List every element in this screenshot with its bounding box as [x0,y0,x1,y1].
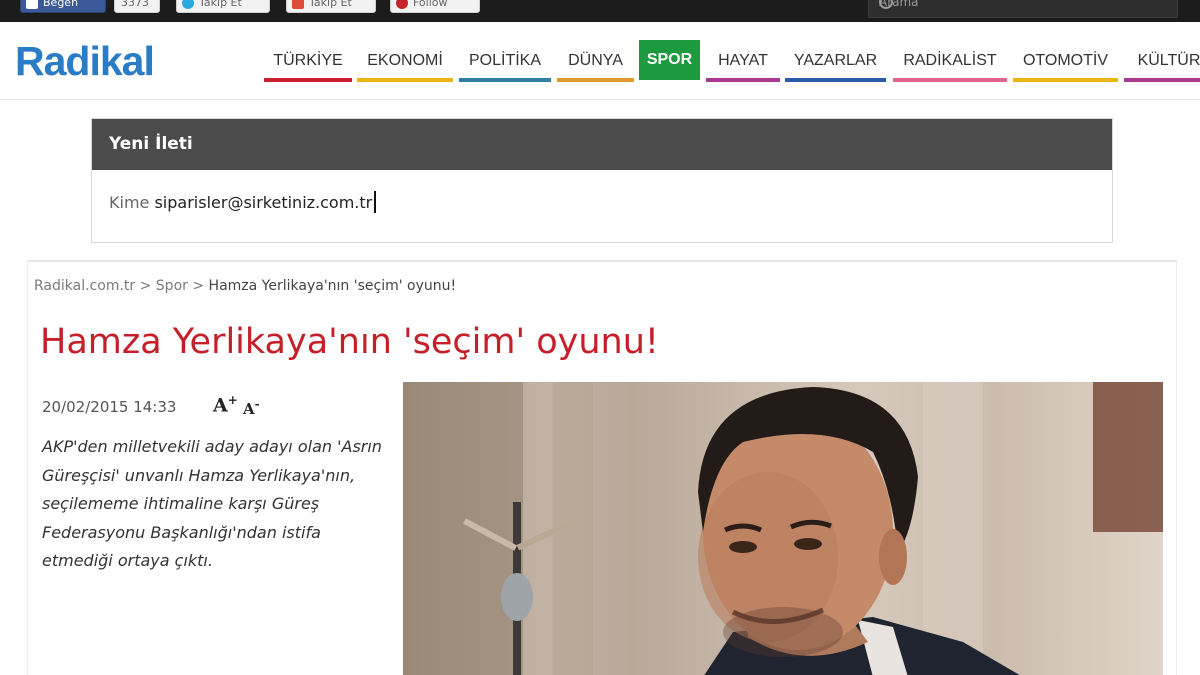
nav-item-color-bar [785,78,886,82]
breadcrumb-separator: > [139,278,152,294]
follow-button[interactable]: Follow [390,0,480,13]
nav-item[interactable]: DÜNYA [557,48,634,82]
facebook-like-button[interactable]: Beğen [20,0,106,13]
breadcrumb: Radikal.com.tr > Spor > Hamza Yerlikaya'… [34,278,456,294]
font-increase-sign: + [227,393,238,407]
new-message-title: Yeni İleti [92,119,1112,170]
nav-item[interactable]: KÜLTÜR [1124,48,1200,82]
nav-item-color-bar [357,78,453,82]
nav-item-color-bar [893,78,1007,82]
article-title: Hamza Yerlikaya'nın 'seçim' oyunu! [40,322,659,362]
nav-item[interactable]: SPOR [639,40,700,80]
font-decrease-letter: A [243,400,255,418]
facebook-like-count: 3373 [114,0,160,13]
nav-item-label: POLİTİKA [468,52,542,69]
twitter-follow-button[interactable]: Takip Et [176,0,270,13]
article-date: 20/02/2015 14:33 [42,398,177,416]
nav-item-color-bar [264,78,352,82]
nav-item[interactable]: EKONOMİ [357,48,453,82]
site-header: Radikal TÜRKİYE EKONOMİ POLİTİKA DÜNYA SPOR H… [0,22,1200,100]
font-increase-button[interactable]: A+ [213,393,238,416]
nav-item-color-bar [459,78,551,82]
nav-item-label: RADİKALİST [903,52,997,69]
nav-item-label: SPOR [646,51,693,68]
article-photo[interactable] [403,382,1163,675]
nav-item-color-bar [1013,78,1118,82]
site-logo[interactable]: Radikal [15,38,155,85]
nav-item-label: DÜNYA [568,52,623,69]
nav-item-label: HAYAT [718,52,768,69]
font-decrease-button[interactable]: A- [243,397,260,418]
text-cursor [374,191,377,213]
recipient-value[interactable]: siparisler@sirketiniz.com.tr [154,193,372,212]
nav-item-color-bar [1124,78,1200,82]
nav-item-label: YAZARLAR [793,52,878,69]
nav-item-label: OTOMOTİV [1022,52,1109,69]
follow-label: Follow [413,0,448,9]
nav-item[interactable]: YAZARLAR [785,48,886,82]
follow-icon [396,0,408,9]
googleplus-follow-label: Takip Et [309,0,352,9]
nav-item-label: KÜLTÜR [1137,52,1200,69]
twitter-icon [182,0,194,9]
nav-item[interactable]: POLİTİKA [459,48,551,82]
nav-item[interactable]: RADİKALİST [893,48,1007,82]
portrait-image [403,382,1163,675]
font-increase-letter: A [213,394,228,417]
nav-item-label: TÜRKİYE [273,52,343,69]
breadcrumb-separator: > [192,278,205,294]
nav-item-label: EKONOMİ [367,52,443,69]
breadcrumb-current: Hamza Yerlikaya'nın 'seçim' oyunu! [208,278,457,294]
googleplus-follow-button[interactable]: Takip Et [286,0,376,13]
breadcrumb-home[interactable]: Radikal.com.tr [34,278,135,294]
googleplus-icon [292,0,304,9]
nav-item-color-bar [706,78,780,82]
recipient-label: Kime [109,193,150,212]
breadcrumb-section[interactable]: Spor [156,278,188,294]
nav-item[interactable]: OTOMOTİV [1013,48,1118,82]
facebook-like-label: Beğen [43,0,79,9]
nav-item-color-bar [557,78,634,82]
top-social-bar: Beğen 3373 Takip Et Takip Et Follow Aram… [0,0,1200,22]
new-message-panel: Yeni İleti Kime siparisler@sirketiniz.co… [91,118,1113,243]
recipient-field[interactable]: Kime siparisler@sirketiniz.com.tr [109,191,377,213]
nav-item[interactable]: TÜRKİYE [264,48,352,82]
search-input[interactable]: Arama [868,0,1178,18]
article-summary: AKP'den milletvekili aday adayı olan 'As… [42,437,382,570]
font-decrease-sign: - [254,397,260,411]
twitter-follow-label: Takip Et [199,0,242,9]
facebook-icon [26,0,38,9]
nav-item[interactable]: HAYAT [706,48,780,82]
